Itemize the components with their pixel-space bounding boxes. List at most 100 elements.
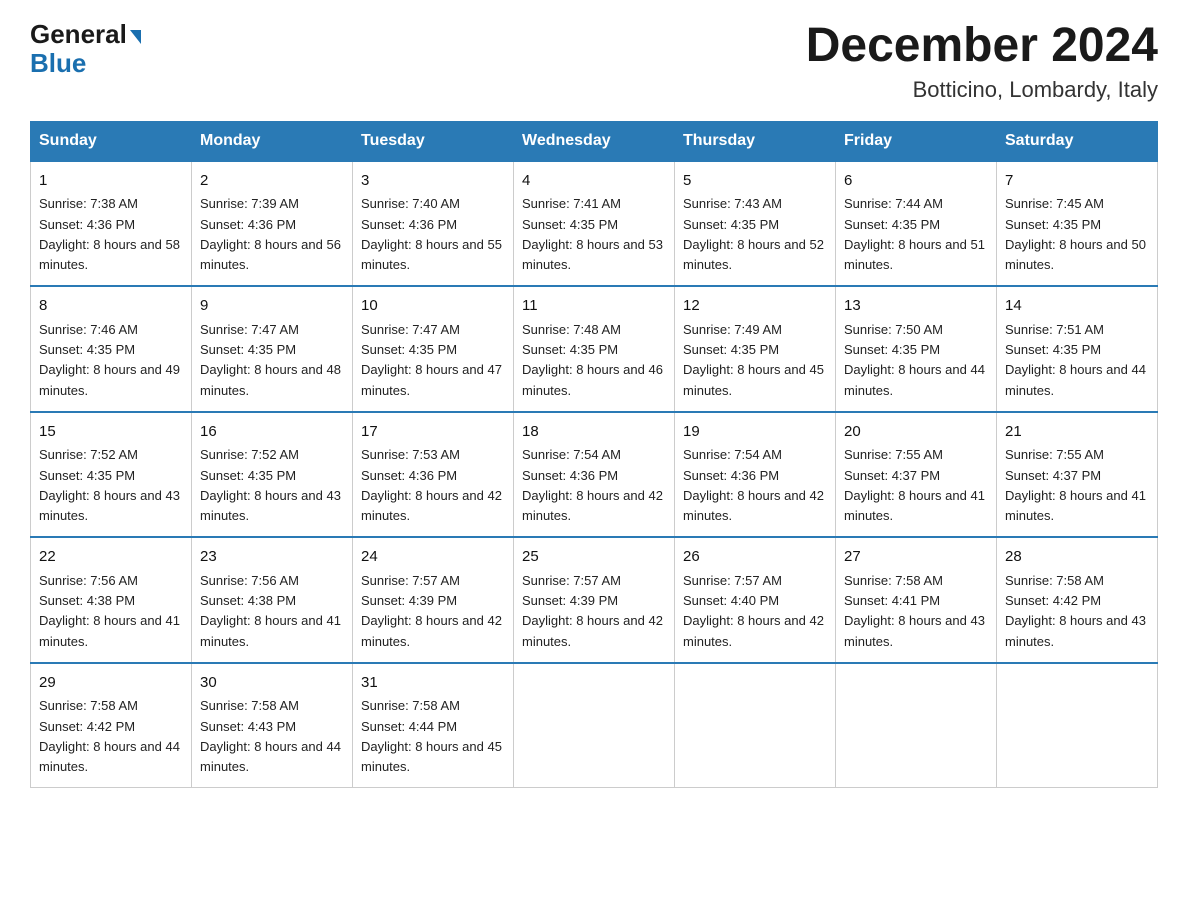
day-cell: 13Sunrise: 7:50 AMSunset: 4:35 PMDayligh… [836,286,997,412]
day-cell: 30 Sunrise: 7:58 AMSunset: 4:43 PMDayligh… [192,663,353,788]
day-info: Sunrise: 7:41 AMSunset: 4:35 PMDaylight:… [522,196,663,272]
day-cell: 19Sunrise: 7:54 AMSunset: 4:36 PMDayligh… [675,412,836,538]
day-number: 28 [1005,546,1149,569]
day-info: Sunrise: 7:47 AMSunset: 4:35 PMDaylight:… [200,322,341,398]
day-info: Sunrise: 7:58 AMSunset: 4:42 PMDaylight:… [39,698,180,774]
day-info: Sunrise: 7:54 AMSunset: 4:36 PMDaylight:… [522,447,663,523]
day-info: Sunrise: 7:47 AMSunset: 4:35 PMDaylight:… [361,322,502,398]
page-header: General Blue December 2024 Botticino, Lo… [30,20,1158,103]
day-number: 30 [200,672,344,695]
day-cell: 27 Sunrise: 7:58 AMSunset: 4:41 PMDayligh… [836,537,997,663]
logo: General Blue [30,20,141,77]
day-number: 27 [844,546,988,569]
header-monday: Monday [192,121,353,161]
day-info: Sunrise: 7:58 AMSunset: 4:41 PMDaylight:… [844,573,985,649]
day-cell: 12Sunrise: 7:49 AMSunset: 4:35 PMDayligh… [675,286,836,412]
day-number: 5 [683,170,827,193]
day-cell: 2Sunrise: 7:39 AMSunset: 4:36 PMDaylight… [192,161,353,287]
day-number: 15 [39,421,183,444]
day-cell [675,663,836,788]
day-info: Sunrise: 7:46 AMSunset: 4:35 PMDaylight:… [39,322,180,398]
week-row-5: 29 Sunrise: 7:58 AMSunset: 4:42 PMDayligh… [31,663,1158,788]
day-number: 11 [522,295,666,318]
day-number: 22 [39,546,183,569]
day-info: Sunrise: 7:55 AMSunset: 4:37 PMDaylight:… [844,447,985,523]
day-cell: 17Sunrise: 7:53 AMSunset: 4:36 PMDayligh… [353,412,514,538]
day-info: Sunrise: 7:45 AMSunset: 4:35 PMDaylight:… [1005,196,1146,272]
day-number: 8 [39,295,183,318]
location-subtitle: Botticino, Lombardy, Italy [806,77,1158,103]
day-number: 29 [39,672,183,695]
day-cell: 25 Sunrise: 7:57 AMSunset: 4:39 PMDayligh… [514,537,675,663]
calendar-header-row: SundayMondayTuesdayWednesdayThursdayFrid… [31,121,1158,161]
day-cell: 11Sunrise: 7:48 AMSunset: 4:35 PMDayligh… [514,286,675,412]
day-cell [836,663,997,788]
day-cell [997,663,1158,788]
day-info: Sunrise: 7:50 AMSunset: 4:35 PMDaylight:… [844,322,985,398]
day-info: Sunrise: 7:53 AMSunset: 4:36 PMDaylight:… [361,447,502,523]
day-info: Sunrise: 7:54 AMSunset: 4:36 PMDaylight:… [683,447,824,523]
day-number: 25 [522,546,666,569]
week-row-2: 8 Sunrise: 7:46 AMSunset: 4:35 PMDaylight… [31,286,1158,412]
header-wednesday: Wednesday [514,121,675,161]
day-number: 16 [200,421,344,444]
day-cell: 3Sunrise: 7:40 AMSunset: 4:36 PMDaylight… [353,161,514,287]
day-info: Sunrise: 7:52 AMSunset: 4:35 PMDaylight:… [200,447,341,523]
day-number: 6 [844,170,988,193]
calendar-table: SundayMondayTuesdayWednesdayThursdayFrid… [30,121,1158,789]
day-cell: 23Sunrise: 7:56 AMSunset: 4:38 PMDayligh… [192,537,353,663]
day-info: Sunrise: 7:55 AMSunset: 4:37 PMDaylight:… [1005,447,1146,523]
day-cell: 6 Sunrise: 7:44 AMSunset: 4:35 PMDaylight… [836,161,997,287]
day-info: Sunrise: 7:58 AMSunset: 4:43 PMDaylight:… [200,698,341,774]
day-number: 20 [844,421,988,444]
day-info: Sunrise: 7:57 AMSunset: 4:40 PMDaylight:… [683,573,824,649]
day-info: Sunrise: 7:43 AMSunset: 4:35 PMDaylight:… [683,196,824,272]
day-info: Sunrise: 7:57 AMSunset: 4:39 PMDaylight:… [361,573,502,649]
day-number: 4 [522,170,666,193]
day-cell: 5 Sunrise: 7:43 AMSunset: 4:35 PMDaylight… [675,161,836,287]
day-number: 14 [1005,295,1149,318]
day-cell: 7 Sunrise: 7:45 AMSunset: 4:35 PMDaylight… [997,161,1158,287]
day-info: Sunrise: 7:51 AMSunset: 4:35 PMDaylight:… [1005,322,1146,398]
day-cell: 16 Sunrise: 7:52 AMSunset: 4:35 PMDayligh… [192,412,353,538]
day-number: 18 [522,421,666,444]
week-row-1: 1Sunrise: 7:38 AMSunset: 4:36 PMDaylight… [31,161,1158,287]
day-cell: 22 Sunrise: 7:56 AMSunset: 4:38 PMDayligh… [31,537,192,663]
day-number: 1 [39,170,183,193]
day-cell: 24 Sunrise: 7:57 AMSunset: 4:39 PMDayligh… [353,537,514,663]
day-number: 3 [361,170,505,193]
day-number: 10 [361,295,505,318]
day-cell [514,663,675,788]
day-info: Sunrise: 7:44 AMSunset: 4:35 PMDaylight:… [844,196,985,272]
day-info: Sunrise: 7:49 AMSunset: 4:35 PMDaylight:… [683,322,824,398]
month-title: December 2024 [806,20,1158,73]
day-cell: 4 Sunrise: 7:41 AMSunset: 4:35 PMDaylight… [514,161,675,287]
day-info: Sunrise: 7:56 AMSunset: 4:38 PMDaylight:… [39,573,180,649]
week-row-3: 15 Sunrise: 7:52 AMSunset: 4:35 PMDayligh… [31,412,1158,538]
day-number: 24 [361,546,505,569]
day-cell: 20 Sunrise: 7:55 AMSunset: 4:37 PMDayligh… [836,412,997,538]
day-cell: 10 Sunrise: 7:47 AMSunset: 4:35 PMDayligh… [353,286,514,412]
header-thursday: Thursday [675,121,836,161]
header-tuesday: Tuesday [353,121,514,161]
day-number: 7 [1005,170,1149,193]
header-saturday: Saturday [997,121,1158,161]
day-info: Sunrise: 7:58 AMSunset: 4:42 PMDaylight:… [1005,573,1146,649]
day-cell: 15 Sunrise: 7:52 AMSunset: 4:35 PMDayligh… [31,412,192,538]
day-number: 21 [1005,421,1149,444]
day-cell: 28 Sunrise: 7:58 AMSunset: 4:42 PMDayligh… [997,537,1158,663]
day-info: Sunrise: 7:52 AMSunset: 4:35 PMDaylight:… [39,447,180,523]
day-cell: 9 Sunrise: 7:47 AMSunset: 4:35 PMDaylight… [192,286,353,412]
day-info: Sunrise: 7:57 AMSunset: 4:39 PMDaylight:… [522,573,663,649]
logo-general-text: General [30,20,127,49]
day-cell: 29 Sunrise: 7:58 AMSunset: 4:42 PMDayligh… [31,663,192,788]
header-friday: Friday [836,121,997,161]
logo-arrow-icon [130,30,141,44]
logo-blue-text: Blue [30,49,86,78]
header-sunday: Sunday [31,121,192,161]
title-block: December 2024 Botticino, Lombardy, Italy [806,20,1158,103]
day-cell: 1Sunrise: 7:38 AMSunset: 4:36 PMDaylight… [31,161,192,287]
day-number: 2 [200,170,344,193]
day-number: 9 [200,295,344,318]
day-cell: 14 Sunrise: 7:51 AMSunset: 4:35 PMDayligh… [997,286,1158,412]
